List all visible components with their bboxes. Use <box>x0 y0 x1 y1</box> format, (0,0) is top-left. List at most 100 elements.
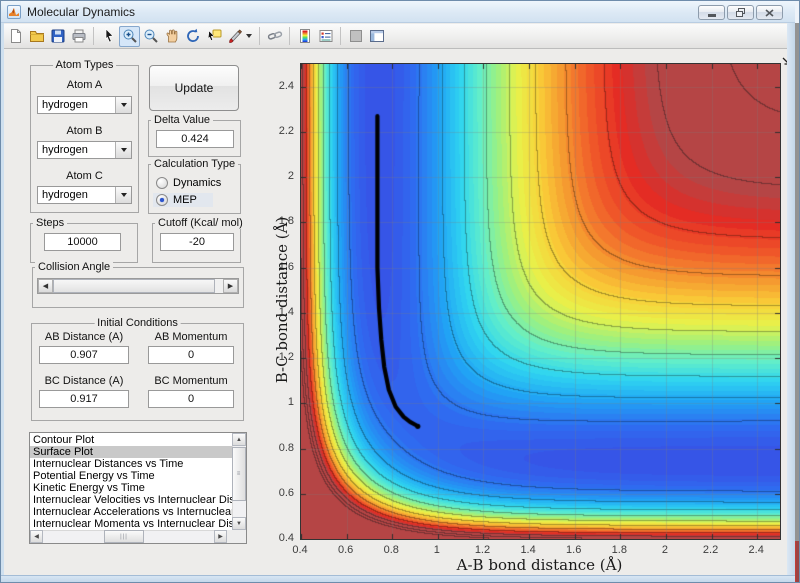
list-item[interactable]: Kinetic Energy vs Time <box>30 482 246 494</box>
ab-momentum-label: AB Momentum <box>154 331 228 343</box>
y-tick-label: 2.2 <box>278 124 294 137</box>
save-button[interactable] <box>47 26 68 47</box>
list-item[interactable]: Potential Energy vs Time <box>30 470 246 482</box>
list-item-selected[interactable]: Surface Plot <box>30 446 246 458</box>
x-tick-label: 1.2 <box>474 544 491 556</box>
slider-thumb[interactable] <box>53 279 215 293</box>
scroll-right-button[interactable]: ▶ <box>214 530 227 543</box>
show-plot-tools-icon <box>369 30 384 42</box>
y-tick-label: 0.8 <box>278 441 294 454</box>
cutoff-field[interactable] <box>160 233 234 251</box>
ab-distance-field[interactable] <box>39 346 129 364</box>
window-title: Molecular Dynamics <box>27 4 136 19</box>
radio-dynamics[interactable]: Dynamics <box>153 176 235 190</box>
chevron-down-icon <box>120 193 127 197</box>
y-tick-label: 0.6 <box>278 486 294 499</box>
x-tick-label: 2.2 <box>702 544 719 556</box>
pointer-button[interactable] <box>98 26 119 47</box>
x-tick-label: 1.6 <box>566 544 582 556</box>
new-file-button[interactable] <box>5 26 26 47</box>
y-tick-label: 2.4 <box>278 79 294 92</box>
scroll-up-button[interactable]: ▲ <box>232 433 246 446</box>
collision-angle-slider[interactable]: ◀ ▶ <box>37 278 239 294</box>
hide-plot-tools-icon <box>349 30 362 42</box>
toolbar-separator <box>340 27 341 45</box>
link-plot-button[interactable] <box>264 26 285 47</box>
insert-legend-button[interactable] <box>315 26 336 47</box>
list-item[interactable]: Internuclear Distances vs Time <box>30 458 246 470</box>
toolbar-separator <box>289 27 290 45</box>
atom-c-dropdown[interactable]: hydrogen <box>37 186 132 204</box>
steps-field[interactable] <box>44 233 121 251</box>
pan-hand-icon <box>166 29 177 43</box>
update-button[interactable]: Update <box>149 65 239 111</box>
delta-value-field[interactable] <box>156 130 234 148</box>
desktop-sliver <box>795 1 799 582</box>
restore-button[interactable] <box>727 5 754 20</box>
radio-on-icon <box>156 194 168 206</box>
atom-b-value: hydrogen <box>42 144 88 156</box>
atom-b-label: Atom B <box>66 125 103 137</box>
atom-c-value: hydrogen <box>42 189 88 201</box>
x-tick-label: 2.4 <box>748 544 764 556</box>
link-icon <box>267 31 282 40</box>
bc-momentum-field[interactable] <box>148 390 234 408</box>
h-scroll-thumb[interactable]: ||| <box>104 530 144 543</box>
toolbar-separator <box>93 27 94 45</box>
radio-dynamics-label: Dynamics <box>173 177 222 189</box>
hide-plot-tools-button[interactable] <box>345 26 366 47</box>
brush-button[interactable] <box>224 26 245 47</box>
show-plot-tools-button[interactable] <box>366 26 387 47</box>
list-item[interactable]: Internuclear Velocities vs Internuclear … <box>30 494 246 506</box>
close-icon <box>765 8 774 17</box>
atom-a-value: hydrogen <box>42 99 88 111</box>
brush-dropdown-icon[interactable] <box>246 34 252 38</box>
list-item[interactable]: Internuclear Accelerations vs Internucle… <box>30 506 246 518</box>
zoom-out-button[interactable] <box>140 26 161 47</box>
bc-distance-field[interactable] <box>39 390 129 408</box>
pan-button[interactable] <box>161 26 182 47</box>
radio-mep-label: MEP <box>173 194 197 206</box>
insert-colorbar-button[interactable] <box>294 26 315 47</box>
data-cursor-button[interactable] <box>203 26 224 47</box>
restore-icon <box>736 8 745 17</box>
list-item[interactable]: Contour Plot <box>30 434 246 446</box>
rotate-3d-icon <box>186 28 199 42</box>
open-file-button[interactable] <box>26 26 47 47</box>
atom-a-dropdown[interactable]: hydrogen <box>37 96 132 114</box>
v-scroll-thumb[interactable]: ≡ <box>232 447 246 501</box>
window-border-bottom <box>1 575 795 582</box>
list-item[interactable]: Internuclear Momenta vs Internuclear Dis… <box>30 518 246 530</box>
atom-c-dropdown-button[interactable] <box>115 187 131 203</box>
slider-right-arrow[interactable]: ▶ <box>223 279 238 293</box>
chevron-down-icon <box>120 103 127 107</box>
window-border-left <box>1 23 4 575</box>
slider-left-arrow[interactable]: ◀ <box>38 279 53 293</box>
radio-mep[interactable]: MEP <box>153 193 213 207</box>
calculation-type-title: Calculation Type <box>151 158 239 170</box>
title-bar[interactable]: Molecular Dynamics <box>1 1 795 23</box>
x-tick-label: 1 <box>433 544 440 556</box>
contour-canvas[interactable] <box>300 63 781 540</box>
print-icon <box>72 29 85 43</box>
new-file-icon <box>10 29 21 43</box>
scrollbar-corner <box>227 530 246 543</box>
x-tick-label: 2 <box>661 544 668 556</box>
atom-b-dropdown-button[interactable] <box>115 142 131 158</box>
atom-a-dropdown-button[interactable] <box>115 97 131 113</box>
print-button[interactable] <box>68 26 89 47</box>
save-icon <box>51 29 64 43</box>
rotate-3d-button[interactable] <box>182 26 203 47</box>
ab-momentum-field[interactable] <box>148 346 234 364</box>
atom-c-label: Atom C <box>66 170 103 182</box>
atom-b-dropdown[interactable]: hydrogen <box>37 141 132 159</box>
plot-type-listbox[interactable]: Contour Plot Surface Plot Internuclear D… <box>29 432 247 544</box>
initial-conditions-title: Initial Conditions <box>94 317 181 329</box>
x-tick-label: 0.8 <box>383 544 399 556</box>
minimize-button[interactable] <box>698 5 725 20</box>
zoom-in-button[interactable] <box>119 25 140 47</box>
close-button[interactable] <box>756 5 783 20</box>
brush-icon <box>228 29 242 43</box>
scroll-down-button[interactable]: ▼ <box>232 517 246 530</box>
scroll-left-button[interactable]: ◀ <box>30 530 43 543</box>
